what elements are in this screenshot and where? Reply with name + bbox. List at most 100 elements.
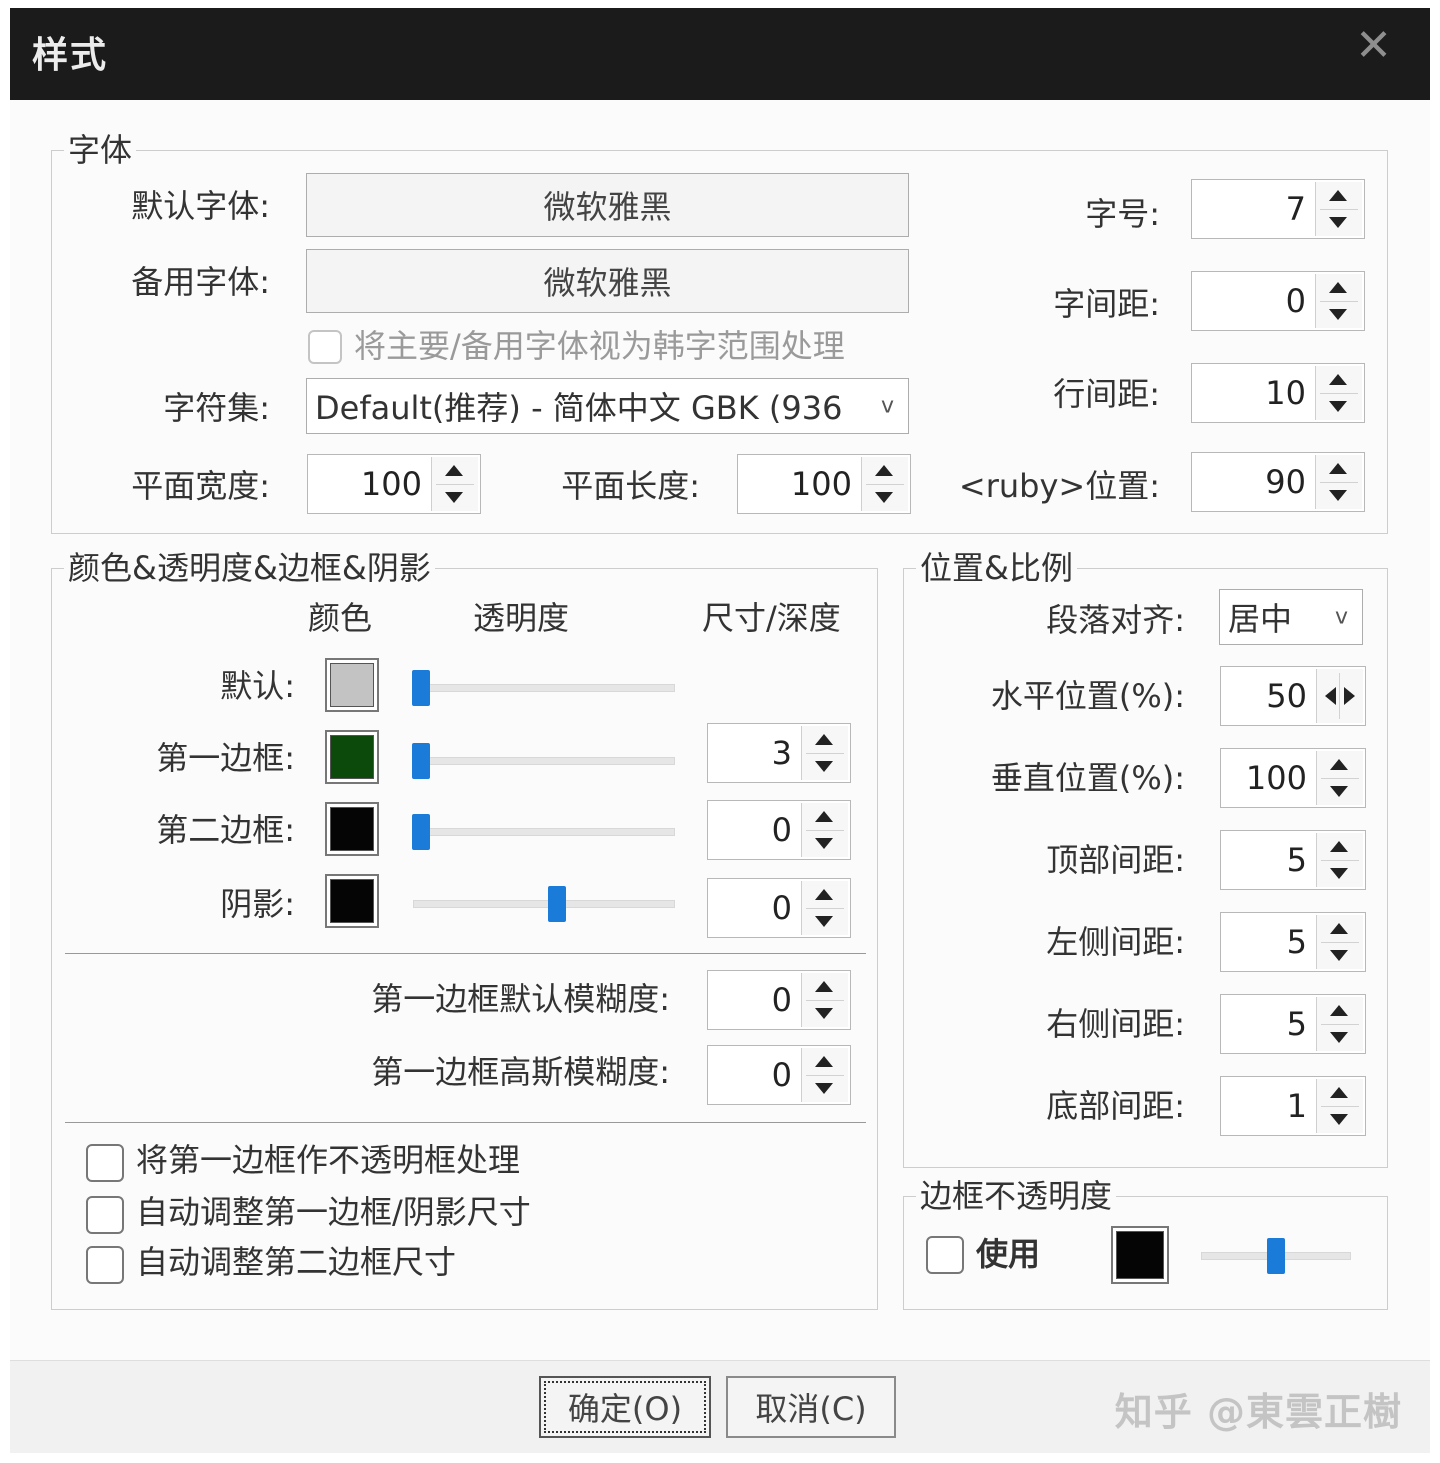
plane-length-input[interactable] bbox=[772, 455, 852, 513]
right-margin-spinbox[interactable] bbox=[1220, 994, 1366, 1054]
border2-color-swatch[interactable] bbox=[325, 802, 379, 856]
gauss-blur-spinbox[interactable] bbox=[707, 1045, 851, 1105]
border-opacity-color-swatch[interactable] bbox=[1111, 1226, 1169, 1284]
spin-up-icon[interactable] bbox=[1329, 374, 1347, 385]
default-blur-input[interactable] bbox=[712, 971, 792, 1029]
style-dialog: 样式 ✕ 字体 默认字体: 微软雅黑 备用字体: 微软雅黑 将主要/备用字体视为… bbox=[10, 8, 1430, 1453]
spin-down-icon[interactable] bbox=[1330, 950, 1348, 961]
auto-second-border-checkbox[interactable] bbox=[86, 1246, 124, 1284]
spin-up-icon[interactable] bbox=[1330, 759, 1348, 770]
spin-up-icon[interactable] bbox=[815, 981, 833, 992]
default-blur-spinbox[interactable] bbox=[707, 970, 851, 1030]
spin-down-icon[interactable] bbox=[1330, 1114, 1348, 1125]
border1-size-input[interactable] bbox=[712, 724, 792, 782]
spin-down-icon[interactable] bbox=[1330, 868, 1348, 879]
charset-value: Default(推荐) - 简体中文 GBK (936 bbox=[315, 389, 843, 427]
ruby-position-input[interactable] bbox=[1226, 453, 1306, 511]
default-font-button[interactable]: 微软雅黑 bbox=[306, 173, 909, 237]
spin-up-icon[interactable] bbox=[1329, 463, 1347, 474]
plane-width-spinbox[interactable] bbox=[307, 454, 481, 514]
close-icon[interactable]: ✕ bbox=[1355, 24, 1392, 68]
backup-font-button[interactable]: 微软雅黑 bbox=[306, 249, 909, 313]
slider-thumb[interactable] bbox=[411, 814, 430, 850]
auto-border-shadow-checkbox[interactable] bbox=[86, 1196, 124, 1234]
use-border-opacity-checkbox[interactable] bbox=[926, 1236, 964, 1274]
spin-up-icon[interactable] bbox=[1330, 841, 1348, 852]
spin-up-icon[interactable] bbox=[1330, 1005, 1348, 1016]
spin-down-icon[interactable] bbox=[815, 1083, 833, 1094]
spin-down-icon[interactable] bbox=[1330, 1032, 1348, 1043]
default-opacity-slider[interactable] bbox=[411, 670, 675, 706]
spin-down-icon[interactable] bbox=[815, 838, 833, 849]
spin-down-icon[interactable] bbox=[1329, 309, 1347, 320]
spin-up-icon[interactable] bbox=[875, 465, 893, 476]
default-color-swatch[interactable] bbox=[325, 658, 379, 712]
border2-opacity-slider[interactable] bbox=[411, 814, 675, 850]
border1-size-spinbox[interactable] bbox=[707, 723, 851, 783]
border1-opacity-slider[interactable] bbox=[411, 743, 675, 779]
ok-button[interactable]: 确定(O) bbox=[539, 1376, 711, 1438]
gauss-blur-input[interactable] bbox=[712, 1046, 792, 1104]
border1-color-swatch[interactable] bbox=[325, 730, 379, 784]
border2-size-spinbox[interactable] bbox=[707, 800, 851, 860]
font-size-input[interactable] bbox=[1226, 180, 1306, 238]
top-margin-input[interactable] bbox=[1227, 831, 1307, 889]
spin-up-icon[interactable] bbox=[1329, 190, 1347, 201]
shadow-size-spinbox[interactable] bbox=[707, 878, 851, 938]
shadow-opacity-slider[interactable] bbox=[413, 886, 675, 922]
spin-up-icon[interactable] bbox=[1329, 282, 1347, 293]
char-spacing-input[interactable] bbox=[1226, 272, 1306, 330]
slider-thumb[interactable] bbox=[1267, 1238, 1285, 1274]
spin-up-icon[interactable] bbox=[1330, 923, 1348, 934]
line-spacing-spinbox[interactable] bbox=[1191, 363, 1365, 423]
right-margin-input[interactable] bbox=[1227, 995, 1307, 1053]
line-spacing-input[interactable] bbox=[1226, 364, 1306, 422]
plane-length-spinbox[interactable] bbox=[737, 454, 911, 514]
charset-select[interactable]: Default(推荐) - 简体中文 GBK (936 v bbox=[306, 378, 909, 434]
border-opacity-slider[interactable] bbox=[1201, 1238, 1351, 1274]
shadow-color-swatch[interactable] bbox=[325, 874, 379, 928]
plane-width-label: 平面宽度: bbox=[131, 467, 270, 505]
left-margin-spinbox[interactable] bbox=[1220, 912, 1366, 972]
opaque-border-checkbox[interactable] bbox=[86, 1144, 124, 1182]
bottom-margin-input[interactable] bbox=[1227, 1077, 1307, 1135]
plane-length-label: 平面长度: bbox=[561, 467, 700, 505]
spin-right-icon[interactable] bbox=[1344, 687, 1355, 705]
align-select[interactable]: 居中 v bbox=[1219, 589, 1363, 645]
h-position-input[interactable] bbox=[1227, 667, 1307, 725]
plane-width-input[interactable] bbox=[342, 455, 422, 513]
left-margin-input[interactable] bbox=[1227, 913, 1307, 971]
v-position-spinbox[interactable] bbox=[1220, 748, 1366, 808]
border2-size-input[interactable] bbox=[712, 801, 792, 859]
spin-down-icon[interactable] bbox=[815, 761, 833, 772]
top-margin-spinbox[interactable] bbox=[1220, 830, 1366, 890]
spin-up-icon[interactable] bbox=[815, 1056, 833, 1067]
spin-up-icon[interactable] bbox=[445, 465, 463, 476]
bottom-margin-spinbox[interactable] bbox=[1220, 1076, 1366, 1136]
cancel-button[interactable]: 取消(C) bbox=[726, 1376, 896, 1438]
slider-thumb[interactable] bbox=[411, 743, 430, 779]
font-size-spinbox[interactable] bbox=[1191, 179, 1365, 239]
spin-down-icon[interactable] bbox=[1329, 401, 1347, 412]
spin-down-icon[interactable] bbox=[445, 492, 463, 503]
spin-up-icon[interactable] bbox=[815, 734, 833, 745]
spin-up-icon[interactable] bbox=[815, 889, 833, 900]
spin-down-icon[interactable] bbox=[1330, 786, 1348, 797]
spin-up-icon[interactable] bbox=[815, 811, 833, 822]
spin-down-icon[interactable] bbox=[815, 916, 833, 927]
v-position-input[interactable] bbox=[1227, 749, 1307, 807]
h-position-spinbox[interactable] bbox=[1220, 666, 1366, 726]
spin-down-icon[interactable] bbox=[875, 492, 893, 503]
slider-thumb[interactable] bbox=[548, 886, 567, 922]
use-label: 使用 bbox=[976, 1235, 1041, 1273]
spin-down-icon[interactable] bbox=[1329, 490, 1347, 501]
korean-range-checkbox[interactable] bbox=[308, 330, 342, 364]
shadow-size-input[interactable] bbox=[712, 879, 792, 937]
spin-up-icon[interactable] bbox=[1330, 1087, 1348, 1098]
ruby-position-spinbox[interactable] bbox=[1191, 452, 1365, 512]
char-spacing-spinbox[interactable] bbox=[1191, 271, 1365, 331]
slider-thumb[interactable] bbox=[411, 670, 430, 706]
spin-down-icon[interactable] bbox=[1329, 217, 1347, 228]
spin-left-icon[interactable] bbox=[1325, 687, 1336, 705]
spin-down-icon[interactable] bbox=[815, 1008, 833, 1019]
